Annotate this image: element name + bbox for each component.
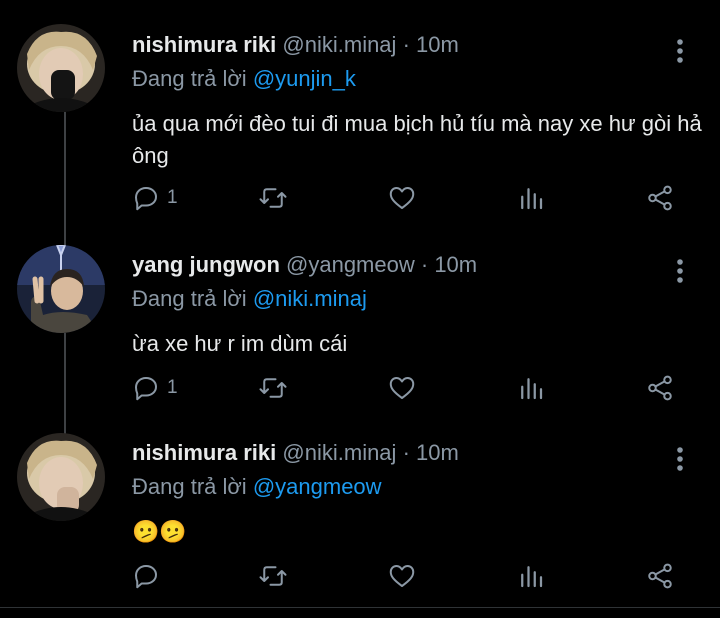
share-button[interactable] — [645, 180, 675, 216]
share-icon — [648, 375, 672, 401]
more-icon[interactable] — [668, 444, 692, 474]
views-icon — [521, 378, 543, 400]
tweet-actions: 1 — [0, 180, 720, 216]
tweet-text: 🫤🫤 — [132, 519, 187, 544]
avatar[interactable] — [17, 24, 105, 112]
tweet-header: nishimura riki @niki.minaj · 10m — [132, 440, 459, 466]
user-handle[interactable]: @niki.minaj — [282, 440, 396, 465]
tweet-text: ừa xe hư r im dùm cái — [132, 331, 348, 356]
reply-context: Đang trả lời @yangmeow — [132, 474, 382, 500]
reply-button[interactable]: 1 — [131, 180, 178, 216]
share-icon — [648, 563, 672, 589]
like-icon — [389, 187, 415, 209]
share-button[interactable] — [645, 370, 675, 406]
views-button[interactable] — [516, 180, 546, 216]
reply-context: Đang trả lời @yunjin_k — [132, 66, 356, 92]
retweet-button[interactable] — [258, 558, 288, 594]
retweet-icon — [259, 566, 287, 586]
like-button[interactable] — [387, 180, 417, 216]
retweet-icon — [259, 378, 287, 398]
bottom-divider — [0, 607, 720, 608]
tweet[interactable]: yang jungwon @yangmeow · 10m Đang trả lờ… — [0, 240, 720, 435]
reply-mention[interactable]: @yunjin_k — [253, 66, 356, 91]
avatar[interactable] — [17, 245, 105, 333]
timestamp[interactable]: · 10m — [403, 32, 459, 57]
more-icon[interactable] — [668, 36, 692, 66]
reply-prefix: Đang trả lời — [132, 474, 247, 499]
share-icon — [648, 185, 672, 211]
views-icon — [521, 566, 543, 588]
share-button[interactable] — [645, 558, 675, 594]
reply-mention[interactable]: @yangmeow — [253, 474, 382, 499]
views-button[interactable] — [516, 370, 546, 406]
tweet-header: nishimura riki @niki.minaj · 10m — [132, 32, 459, 58]
views-icon — [521, 188, 543, 210]
like-button[interactable] — [387, 370, 417, 406]
reply-icon — [135, 377, 157, 401]
timestamp[interactable]: · 10m — [421, 252, 477, 277]
retweet-button[interactable] — [258, 370, 288, 406]
tweet-header: yang jungwon @yangmeow · 10m — [132, 252, 477, 278]
reply-prefix: Đang trả lời — [132, 286, 247, 311]
timestamp[interactable]: · 10m — [403, 440, 459, 465]
user-handle[interactable]: @niki.minaj — [282, 32, 396, 57]
reply-prefix: Đang trả lời — [132, 66, 247, 91]
tweet[interactable]: nishimura riki @niki.minaj · 10m Đang tr… — [0, 428, 720, 613]
reply-mention[interactable]: @niki.minaj — [253, 286, 367, 311]
display-name[interactable]: yang jungwon — [132, 252, 280, 277]
more-icon[interactable] — [668, 256, 692, 286]
like-icon — [389, 377, 415, 399]
reply-count: 1 — [167, 377, 178, 398]
retweet-button[interactable] — [258, 180, 288, 216]
reply-button[interactable] — [131, 558, 167, 594]
user-handle[interactable]: @yangmeow — [286, 252, 415, 277]
reply-count: 1 — [167, 187, 178, 208]
tweet-actions: 1 — [0, 370, 720, 406]
retweet-icon — [259, 188, 287, 208]
reply-button[interactable]: 1 — [131, 370, 178, 406]
display-name[interactable]: nishimura riki — [132, 440, 276, 465]
tweet-text: ủa qua mới đèo tui đi mua bịch hủ tíu mà… — [132, 111, 702, 168]
tweet[interactable]: nishimura riki @niki.minaj · 10m Đang tr… — [0, 20, 720, 235]
like-icon — [389, 565, 415, 587]
reply-icon — [135, 565, 157, 589]
display-name[interactable]: nishimura riki — [132, 32, 276, 57]
reply-context: Đang trả lời @niki.minaj — [132, 286, 367, 312]
like-button[interactable] — [387, 558, 417, 594]
tweet-actions — [0, 558, 720, 594]
views-button[interactable] — [516, 558, 546, 594]
avatar[interactable] — [17, 433, 105, 521]
reply-icon — [135, 187, 157, 211]
